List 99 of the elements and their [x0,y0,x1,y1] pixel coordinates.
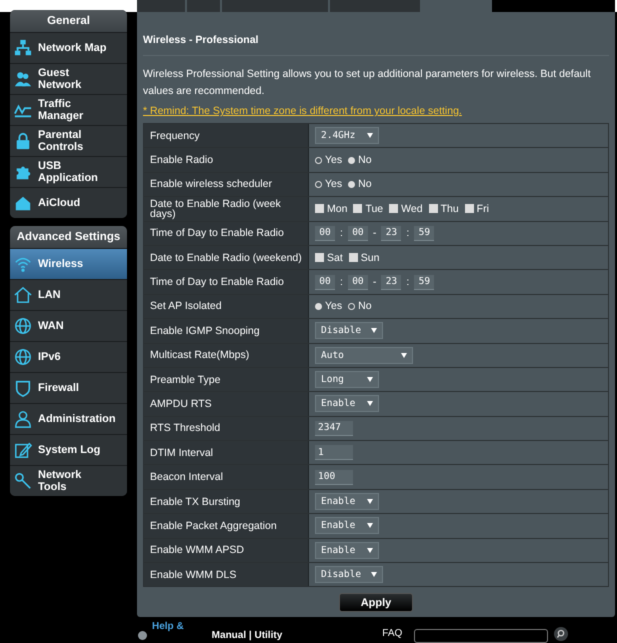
time-separator: - [372,227,376,240]
setting-label: Set AP Isolated [144,294,309,318]
dropdown[interactable]: Enable [315,542,379,559]
menu-icon [14,472,32,490]
menu-icon [14,379,32,397]
setting-label: Beacon Interval [144,465,309,489]
search-field[interactable] [414,629,548,643]
setting-label: Date to Enable Radio (weekend) [144,246,309,270]
dropdown[interactable]: Disable [315,322,384,340]
page-description: Wireless Professional Setting allows you to set up additional parameters for wireless. But default values are recommended. [143,67,592,99]
tab[interactable] [330,0,422,12]
caret-icon [367,523,373,528]
setting-label: Enable IGMP Snooping [144,319,309,343]
radio-option[interactable]: No [348,300,372,312]
tab[interactable] [222,0,330,12]
setting-label: RTS Threshold [144,416,309,440]
setting-label: Multicast Rate(Mbps) [144,344,309,367]
menu-icon [14,70,32,88]
setting-label: AMPDU RTS [144,392,309,416]
time-separator: : [340,276,343,288]
checkbox-option[interactable]: Thu [428,202,459,215]
menu-icon [14,132,32,150]
dropdown[interactable]: Enable [315,395,379,412]
dropdown[interactable]: Disable [315,566,384,584]
caret-icon [371,328,378,334]
checkbox-option[interactable]: Tue [353,202,384,215]
dropdown[interactable]: Auto [315,346,413,364]
checkbox-option[interactable]: Fri [464,202,489,215]
checkbox-option[interactable]: Sun [348,252,380,264]
help-icon [138,630,147,640]
caret-icon [401,352,407,358]
time-field[interactable]: 23 [381,274,402,290]
setting-label: Time of Day to Enable Radio [144,270,309,294]
radio-option[interactable]: Yes [315,154,342,166]
radio-option[interactable]: Yes [315,300,342,312]
caret-icon [367,377,373,382]
radio-option[interactable]: Yes [315,178,342,190]
input-field[interactable]: 2347 [315,420,353,436]
caret-icon [367,499,373,504]
menu-icon [14,194,32,212]
time-separator: : [406,227,410,240]
setting-label: Enable WMM DLS [144,563,309,586]
time-separator: : [406,276,410,288]
help-link[interactable]: Help & [152,621,184,632]
tab[interactable] [137,0,187,12]
time-field[interactable]: 00 [348,274,368,290]
dropdown[interactable]: Enable [315,517,379,534]
caret-icon [367,401,373,406]
menu-icon [14,348,32,366]
sidebar-section-title: General [10,10,127,32]
time-field[interactable]: 00 [315,226,335,241]
checkbox-option[interactable]: Mon [315,202,348,215]
manual-utility-links[interactable]: Manual | Utility [212,630,282,640]
tab[interactable] [187,0,222,12]
time-field[interactable]: 59 [414,226,434,241]
apply-button[interactable]: Apply [339,593,413,612]
setting-label: Time of Day to Enable Radio [144,222,309,245]
caret-icon [367,548,373,553]
dropdown[interactable]: 2.4GHz [315,127,379,144]
time-separator: - [372,276,376,288]
time-field[interactable]: 00 [315,274,335,290]
setting-label: DTIM Interval [144,441,309,464]
setting-label: Enable TX Bursting [144,490,309,514]
setting-label: Enable Packet Aggregation [144,514,309,538]
menu-icon [14,410,32,428]
time-field[interactable]: 23 [381,226,402,241]
input-field[interactable]: 1 [315,445,353,460]
input-field[interactable]: 100 [315,470,353,485]
caret-icon [367,133,373,138]
time-field[interactable]: 59 [414,274,434,290]
dropdown[interactable]: Long [315,371,379,388]
checkbox-option[interactable]: Sat [315,252,343,264]
menu-icon [14,317,32,335]
menu-icon [14,286,32,304]
page-title: Wireless - Professional [143,34,260,46]
remind-link[interactable]: * Remind: The System time zone is different from your locale setting. [143,105,462,117]
setting-label: Preamble Type [144,368,309,392]
caret-icon [371,572,378,578]
sidebar-section-title: Advanced Settings [10,226,127,248]
setting-label: Enable wireless scheduler [144,172,309,196]
sidebar-item[interactable]: AiCloud [10,187,127,218]
radio-option[interactable]: No [348,154,372,166]
tab[interactable] [422,0,492,12]
menu-icon [14,255,32,273]
checkbox-option[interactable]: Wed [389,202,423,215]
setting-label: Enable Radio [144,148,309,172]
setting-label: Frequency [144,124,309,148]
search-icon[interactable] [554,627,568,641]
setting-label: Date to Enable Radio (week days) [144,197,309,221]
setting-label: Enable WMM APSD [144,538,309,562]
menu-icon [14,441,32,459]
time-field[interactable]: 00 [348,226,368,241]
sidebar-item[interactable]: Network Tools [10,465,127,496]
radio-option[interactable]: No [348,178,372,190]
faq-label: FAQ [382,628,402,638]
sidebar-item[interactable]: Wireless [10,248,127,279]
dropdown[interactable]: Enable [315,493,379,510]
time-separator: : [340,227,343,240]
menu-icon [14,39,32,57]
